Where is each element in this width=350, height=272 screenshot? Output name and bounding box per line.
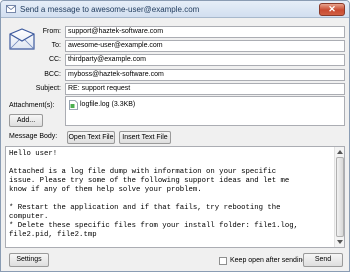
message-body-label: Message Body: <box>9 133 58 140</box>
send-message-window: Send a message to awesome-user@example.c… <box>0 0 350 272</box>
attachment-list[interactable]: logfile.log (3.3KB) <box>65 96 345 126</box>
attachment-label: logfile.log (3.3KB) <box>80 101 136 108</box>
to-label: To: <box>51 42 61 49</box>
subject-field[interactable]: RE: support request <box>65 83 345 95</box>
send-button[interactable]: Send <box>303 253 343 267</box>
cc-field[interactable]: thirdparty@example.com <box>65 54 345 66</box>
keep-open-checkbox[interactable] <box>219 257 227 265</box>
open-text-file-button[interactable]: Open Text File <box>67 131 115 144</box>
keep-open-label: Keep open after sending <box>230 257 307 264</box>
settings-button[interactable]: Settings <box>9 253 49 267</box>
subject-label: Subject: <box>35 85 61 92</box>
scroll-up-icon[interactable] <box>336 148 344 156</box>
window-title: Send a message to awesome-user@example.c… <box>20 5 200 14</box>
scroll-down-icon[interactable] <box>336 238 344 246</box>
from-label: From: <box>42 28 61 35</box>
bcc-field[interactable]: myboss@haztek-software.com <box>65 69 345 81</box>
envelope-icon <box>6 5 16 13</box>
title-bar[interactable]: Send a message to awesome-user@example.c… <box>1 1 349 18</box>
message-body-text[interactable]: Hello user! Attached is a log file dump … <box>9 150 332 240</box>
to-field[interactable]: awesome-user@example.com <box>65 40 345 52</box>
insert-text-file-button[interactable]: Insert Text File <box>119 131 171 144</box>
from-field[interactable]: support@haztek-software.com <box>65 26 345 38</box>
envelope-icon <box>9 28 35 50</box>
cc-label: CC: <box>48 56 61 63</box>
message-body-editor[interactable]: Hello user! Attached is a log file dump … <box>5 146 345 248</box>
attachments-label: Attachment(s): <box>9 102 55 109</box>
scroll-thumb[interactable] <box>336 157 344 237</box>
vertical-scrollbar[interactable] <box>334 147 344 247</box>
file-attachment-icon <box>69 100 78 110</box>
bcc-label: BCC: <box>44 71 61 78</box>
close-button[interactable]: ✕ <box>319 3 345 16</box>
add-attachment-button[interactable]: Add... <box>9 114 43 127</box>
